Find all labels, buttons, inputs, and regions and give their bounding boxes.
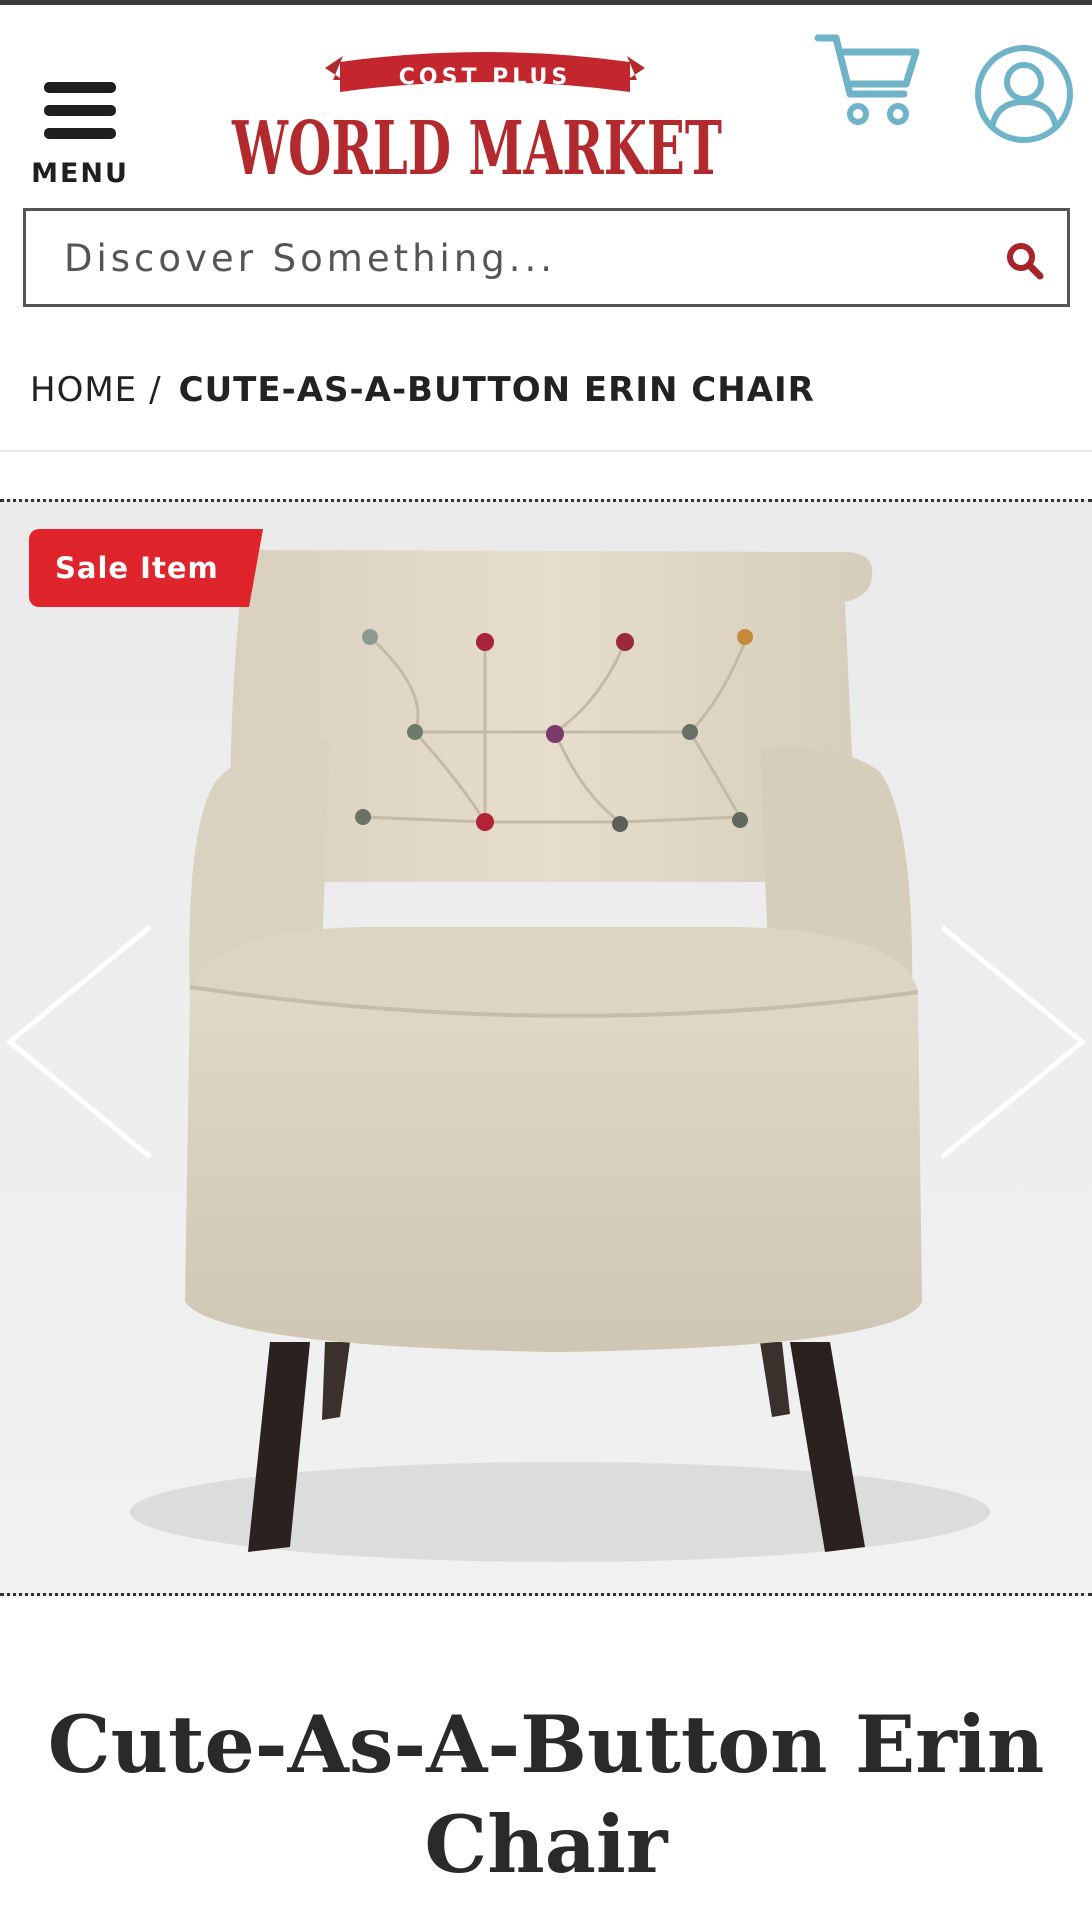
breadcrumb: HOME / CUTE-AS-A-BUTTON ERIN CHAIR	[30, 368, 815, 412]
search-input[interactable]	[64, 231, 964, 286]
menu-label: MENU	[31, 158, 129, 189]
logo-banner-text: COST PLUS	[399, 65, 571, 90]
chevron-left-icon[interactable]	[0, 917, 160, 1167]
sale-badge: Sale Item	[29, 529, 263, 607]
breadcrumb-separator: /	[149, 370, 161, 410]
world-market-logo[interactable]: COST PLUS WORLD MARKET	[225, 50, 730, 190]
product-title: Cute-As-A-Button Erin Chair	[47, 1698, 1045, 1891]
account-button[interactable]	[972, 42, 1076, 146]
menu-button[interactable]: MENU	[30, 78, 130, 190]
cart-button[interactable]	[812, 30, 922, 130]
search-icon[interactable]	[1005, 241, 1045, 281]
user-account-icon	[975, 45, 1073, 143]
shopping-cart-icon	[814, 34, 920, 125]
logo-brand-text: WORLD MARKET	[231, 106, 722, 190]
product-image-carousel[interactable]: Sale Item	[0, 499, 1092, 1596]
section-divider	[0, 450, 1092, 452]
breadcrumb-home-link[interactable]: HOME	[30, 370, 137, 410]
chevron-right-icon[interactable]	[932, 917, 1092, 1167]
hamburger-icon	[44, 82, 116, 142]
product-image	[0, 502, 1092, 1593]
top-border	[0, 0, 1092, 5]
search-bar	[23, 208, 1070, 307]
breadcrumb-current: CUTE-AS-A-BUTTON ERIN CHAIR	[178, 370, 815, 410]
